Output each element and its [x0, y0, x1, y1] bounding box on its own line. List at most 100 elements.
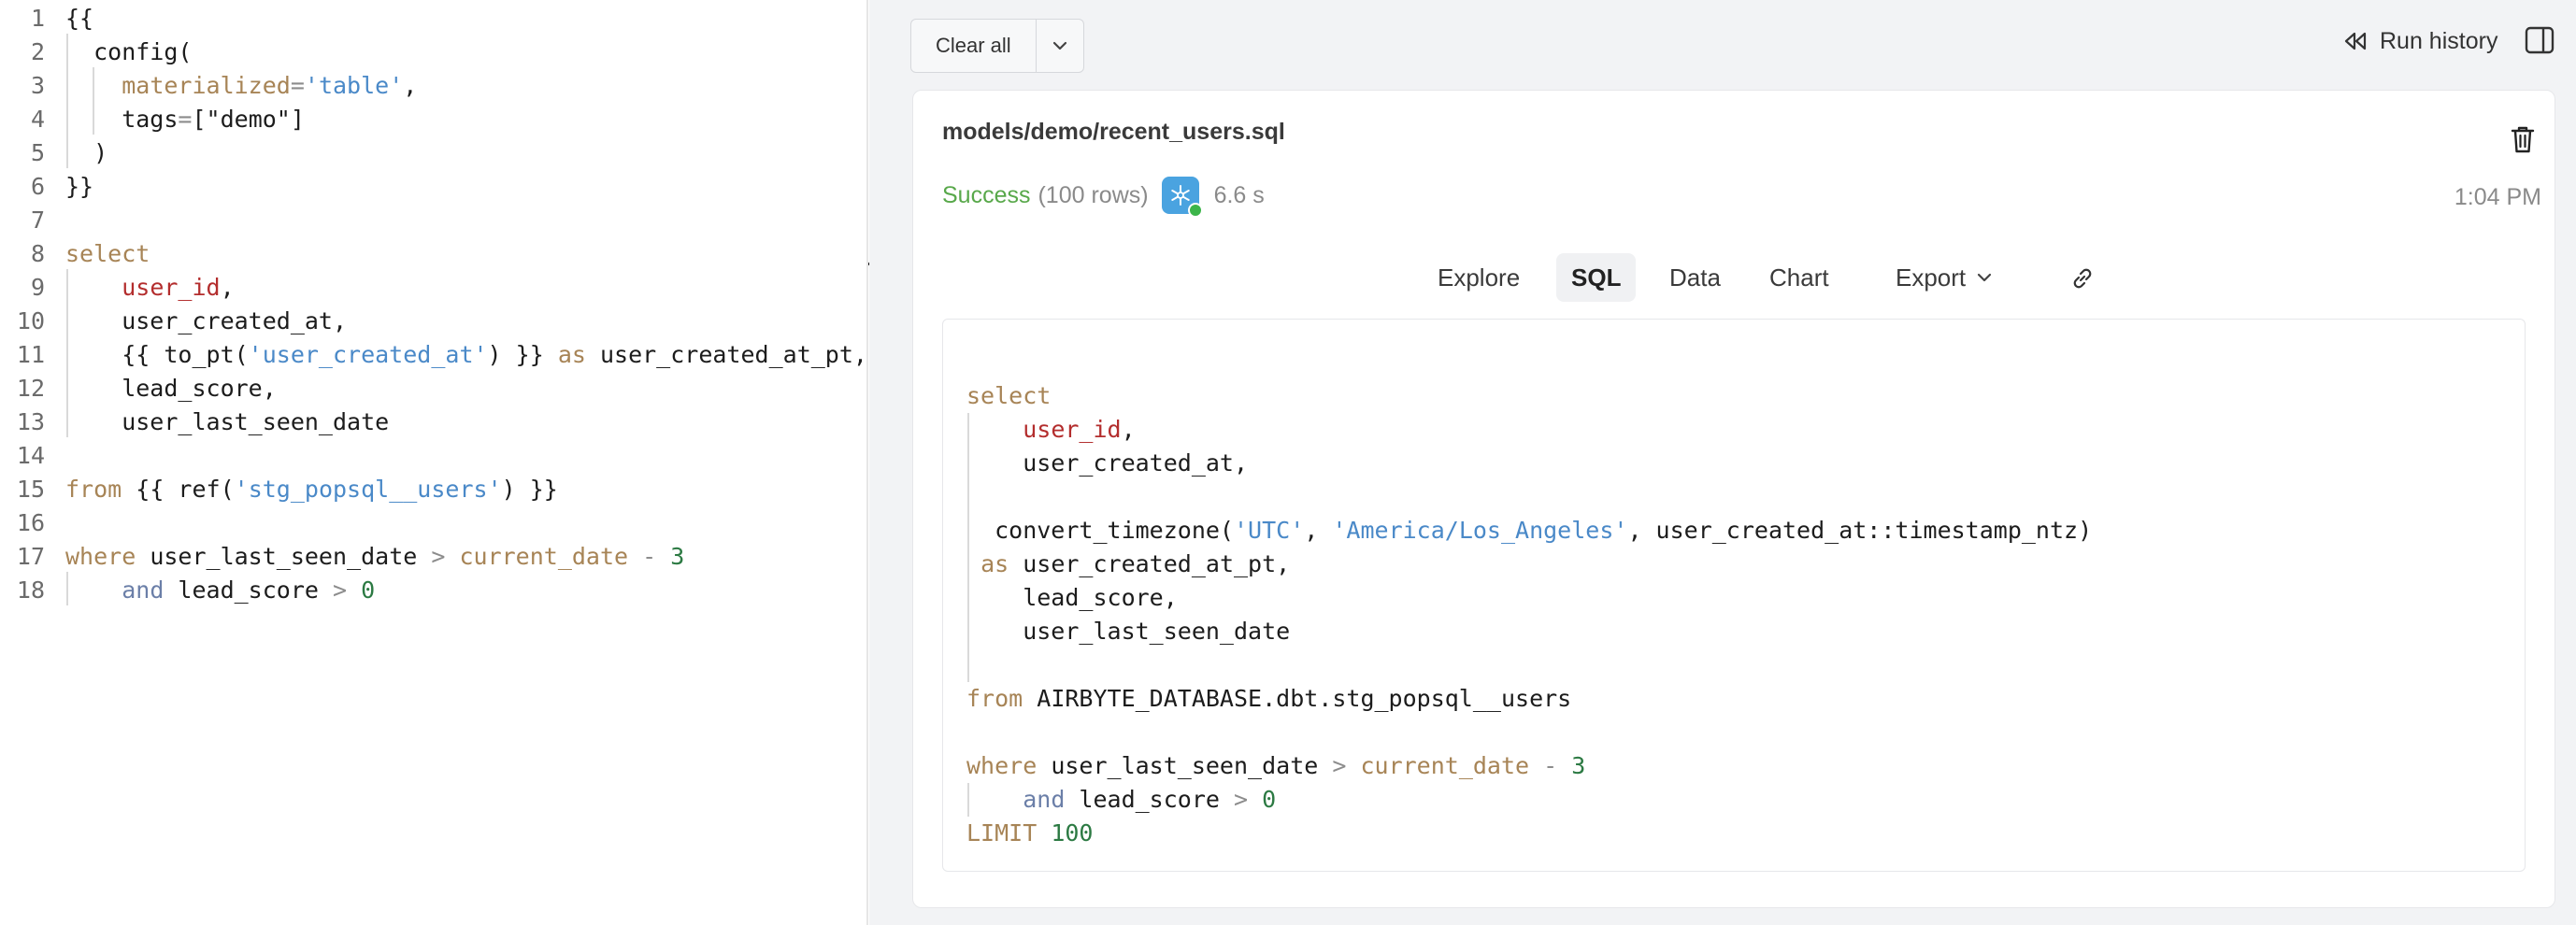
result-tabs: Explore SQL Data Chart Export — [913, 253, 2555, 302]
code-token: lead_score — [1065, 786, 1234, 813]
code-token: lead_score, — [65, 375, 277, 402]
code-token: , — [403, 72, 418, 99]
run-timestamp: 1:04 PM — [2454, 184, 2541, 210]
tab-sql[interactable]: SQL — [1556, 253, 1637, 302]
line-code: }} — [65, 170, 93, 204]
line-code: select — [65, 237, 150, 271]
clear-all-menu-button[interactable] — [1035, 20, 1083, 72]
sql-preview[interactable]: select user_id, user_created_at, convert… — [942, 319, 2526, 872]
code-token: user_last_seen_date — [136, 543, 432, 570]
rewind-icon — [2344, 32, 2367, 50]
result-status-row: Success (100 rows) 6.6 s — [942, 177, 1265, 218]
code-token: user_id — [1023, 416, 1122, 443]
code-token: and — [122, 576, 165, 604]
code-token: {{ to_pt( — [65, 341, 249, 368]
line-number: 17 — [16, 543, 45, 570]
line-number: 6 — [30, 173, 45, 200]
sidebar-panel-icon[interactable] — [2524, 24, 2555, 56]
app-root: 1 {{ 2 config( 3 materialized='table', 4 tag… — [0, 0, 2576, 925]
line-code: and lead_score > 0 — [65, 574, 375, 607]
line-number: 7 — [30, 206, 45, 234]
query-result-card: models/demo/recent_users.sql Success (10… — [912, 90, 2555, 908]
connection-status-dot — [1187, 203, 1203, 218]
tab-export[interactable]: Export — [1881, 253, 2007, 302]
code-token: lead_score — [164, 576, 333, 604]
code-token: config( — [65, 38, 193, 65]
line-number: 2 — [30, 38, 45, 65]
line-number: 14 — [16, 442, 45, 469]
line-code: user_id, — [65, 271, 235, 305]
code-token: 3 — [670, 543, 685, 570]
code-token: ) }} — [501, 476, 558, 503]
line-code: materialized='table', — [65, 69, 417, 103]
run-history-button[interactable]: Run history — [2342, 22, 2497, 60]
run-duration: 6.6 s — [1213, 181, 1265, 208]
line-number: 4 — [30, 106, 45, 133]
line-number: 1 — [30, 5, 45, 32]
code-token: user_last_seen_date — [1037, 752, 1333, 779]
tab-explore[interactable]: Explore — [1423, 253, 1535, 302]
line-code: {{ — [65, 2, 93, 36]
line-number: 15 — [16, 476, 45, 503]
code-token: 0 — [361, 576, 376, 604]
code-token: - — [1543, 752, 1558, 779]
code-token: convert_timezone( — [966, 517, 1234, 544]
line-code: tags=["demo"] — [65, 103, 305, 136]
clear-all-split-button: Clear all — [910, 19, 1084, 73]
code-token: - — [642, 543, 657, 570]
code-token: {{ ref( — [122, 476, 235, 503]
code-token: as — [557, 341, 586, 368]
code-token: }} — [65, 173, 94, 200]
results-pane: Clear all Run history models/demo/recent… — [869, 0, 2576, 925]
code-token: , — [1304, 517, 1333, 544]
line-number: 18 — [16, 576, 45, 604]
code-token: = — [178, 106, 193, 133]
code-token: > — [1234, 786, 1249, 813]
code-token: lead_score, — [966, 584, 1178, 611]
line-code: {{ to_pt('user_created_at') }} as user_c… — [65, 338, 867, 372]
code-token: user_last_seen_date — [65, 408, 390, 435]
code-token: 'user_created_at' — [248, 341, 488, 368]
sql-line: user_last_seen_date — [966, 615, 1290, 648]
tab-data[interactable]: Data — [1654, 253, 1736, 302]
link-icon[interactable] — [2068, 264, 2097, 292]
clear-all-button[interactable]: Clear all — [911, 20, 1036, 72]
line-code: config( — [65, 36, 192, 69]
code-token: > — [333, 576, 348, 604]
line-code: from {{ ref('stg_popsql__users') }} — [65, 473, 558, 506]
code-token: from — [65, 476, 122, 503]
code-editor[interactable]: 1 {{ 2 config( 3 materialized='table', 4 tag… — [0, 0, 868, 925]
code-token: and — [1023, 786, 1066, 813]
code-token: ) }} — [487, 341, 558, 368]
tab-export-label: Export — [1896, 263, 1967, 292]
status-success: Success — [942, 181, 1031, 208]
line-code: where user_last_seen_date > current_date… — [65, 540, 684, 574]
snowflake-icon — [1161, 177, 1203, 218]
trash-icon[interactable] — [2510, 124, 2536, 154]
line-code: lead_score, — [65, 372, 277, 406]
code-token: user_created_at, — [966, 449, 1249, 477]
code-token: from — [966, 685, 1023, 712]
code-token: 'America/Los_Angeles' — [1332, 517, 1628, 544]
sql-line: where user_last_seen_date > current_date… — [966, 749, 1585, 783]
code-token: {{ — [65, 5, 94, 32]
code-token: ) — [65, 139, 108, 166]
code-token: LIMIT — [966, 819, 1038, 847]
code-token: user_created_at_pt, — [585, 341, 867, 368]
line-code: ) — [65, 136, 107, 170]
code-token: , — [220, 274, 235, 301]
line-number: 11 — [16, 341, 45, 368]
code-token: user_last_seen_date — [966, 618, 1291, 645]
tab-chart[interactable]: Chart — [1754, 253, 1844, 302]
sql-line: LIMIT 100 — [966, 817, 1093, 850]
sql-line: as user_created_at_pt, — [966, 548, 1290, 581]
line-number: 9 — [30, 274, 45, 301]
